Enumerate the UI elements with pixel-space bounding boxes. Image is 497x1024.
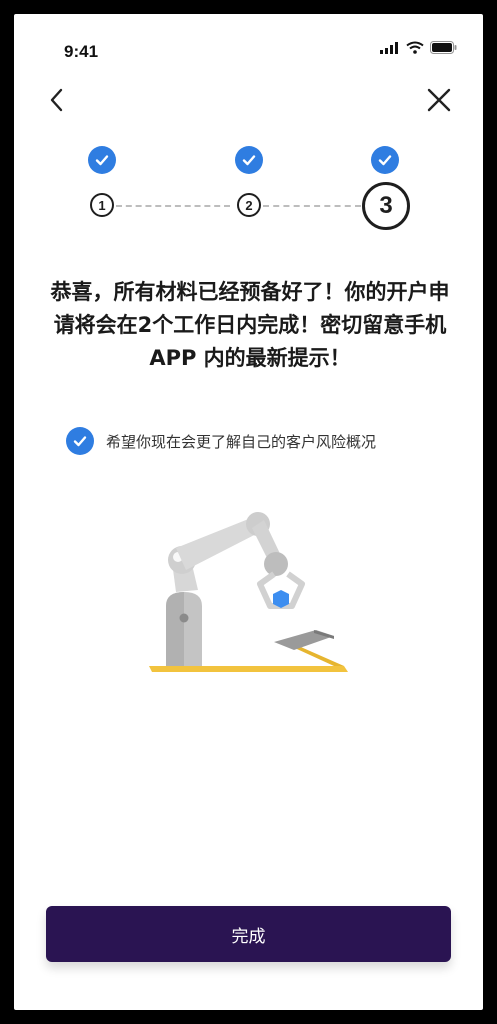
wish-row: 希望你现在会更了解自己的客户风险概况 [66, 427, 376, 455]
step1-check-icon [88, 146, 116, 174]
done-button[interactable]: 完成 [46, 906, 451, 962]
close-icon[interactable] [425, 86, 453, 114]
battery-icon [430, 41, 457, 54]
step3-check-icon [371, 146, 399, 174]
step-2: 2 [237, 193, 261, 217]
step-3-current: 3 [362, 182, 410, 230]
step-1: 1 [90, 193, 114, 217]
step-connector [263, 205, 361, 207]
status-icons [380, 41, 457, 54]
wifi-icon [406, 41, 424, 54]
back-icon[interactable] [44, 86, 72, 114]
progress-stepper: 1 2 3 [14, 144, 483, 234]
wish-check-icon [66, 427, 94, 455]
signal-icon [380, 41, 398, 54]
step-connector [116, 205, 230, 207]
robot-arm-illustration [149, 512, 348, 672]
status-time: 9:41 [64, 42, 99, 61]
success-headline: 恭喜，所有材料已经预备好了！你的开户申请将会在2个工作日内完成！密切留意手机 A… [50, 280, 450, 370]
screen: 9:41 1 2 3 恭喜，所有材料已经预备好了！你的开户申请将会在2个工作日内… [14, 14, 483, 1010]
step2-check-icon [235, 146, 263, 174]
wish-label: 希望你现在会更了解自己的客户风险概况 [106, 432, 377, 451]
